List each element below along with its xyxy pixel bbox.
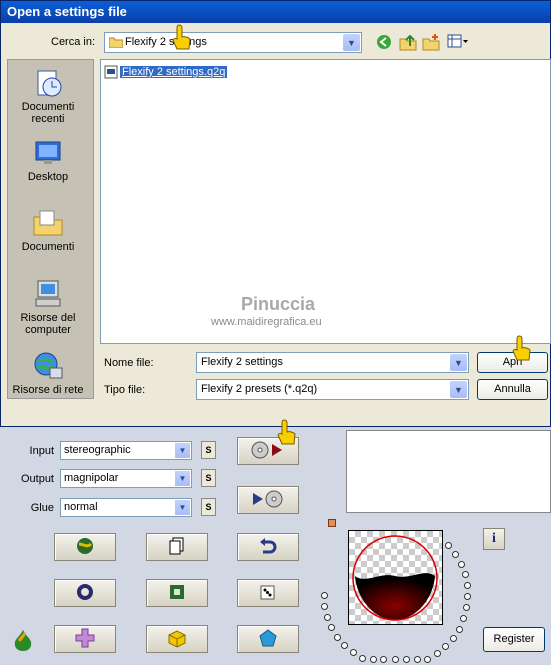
back-icon[interactable] (376, 34, 392, 53)
dial-dot[interactable] (463, 582, 471, 590)
glue-label: Glue (30, 502, 54, 514)
open-file-dialog: Open a settings file Cerca in: Flexify 2… (0, 0, 551, 427)
sphere-preview[interactable] (348, 530, 443, 625)
filetype-dropdown[interactable]: Flexify 2 presets (*.q2q) ▼ (196, 379, 469, 400)
glue-value: normal (64, 501, 98, 513)
glue-s-button[interactable]: S (201, 498, 216, 516)
glue-dropdown[interactable]: normal ▼ (60, 498, 192, 517)
register-button[interactable]: Register (483, 627, 545, 652)
dial-dot[interactable] (461, 571, 469, 579)
cross-button[interactable] (54, 625, 116, 653)
square-button[interactable] (146, 579, 208, 607)
filetype-label: Tipo file: (104, 384, 146, 396)
save-disc-icon (250, 489, 286, 512)
sphere-image (352, 535, 438, 621)
dial-dot[interactable] (451, 550, 459, 558)
place-label: Risorse di rete (12, 384, 84, 396)
dialog-title: Open a settings file (1, 1, 550, 23)
pointer-hand-icon (276, 418, 298, 453)
chevron-down-icon[interactable]: ▼ (175, 500, 190, 515)
globe-button[interactable] (54, 533, 116, 561)
output-dropdown[interactable]: magnipolar ▼ (60, 469, 192, 488)
globe-icon (74, 536, 96, 559)
cube-button[interactable] (146, 625, 208, 653)
cube-icon (166, 628, 188, 651)
save-settings-button[interactable] (237, 486, 299, 514)
look-in-dropdown[interactable]: Flexify 2 settings ▼ (104, 32, 362, 53)
dial-dot[interactable] (457, 560, 465, 568)
pentagon-icon (257, 628, 279, 651)
preview-swatch (346, 430, 551, 513)
filename-field[interactable]: Flexify 2 settings ▼ (196, 352, 469, 373)
input-dropdown[interactable]: stereographic ▼ (60, 441, 192, 460)
place-desktop[interactable]: Desktop (8, 137, 88, 183)
place-my-computer[interactable]: Risorse del computer (8, 278, 88, 336)
place-network[interactable]: Risorse di rete (8, 350, 88, 396)
watermark-url: www.maidiregrafica.eu (211, 316, 322, 328)
place-documents[interactable]: Documenti (8, 207, 88, 253)
chevron-down-icon[interactable]: ▼ (175, 443, 190, 458)
dial-dot[interactable] (369, 656, 377, 663)
input-label: Input (29, 445, 54, 457)
documents-folder-icon (32, 207, 64, 239)
settings-file-icon (104, 65, 118, 79)
watermark-title: Pinuccia (241, 294, 316, 314)
output-label: Output (20, 473, 54, 485)
dice-icon (258, 582, 278, 605)
place-label: Risorse del computer (20, 312, 76, 336)
copy-icon (168, 536, 186, 559)
info-button[interactable]: i (483, 528, 505, 550)
filetype-value: Flexify 2 presets (*.q2q) (201, 383, 318, 395)
input-value: stereographic (64, 444, 131, 456)
network-icon (32, 350, 64, 382)
undo-arrow-icon (258, 536, 278, 559)
filename-value[interactable]: Flexify 2 settings (201, 356, 283, 368)
place-label: Documenti recenti (21, 101, 75, 125)
output-s-button[interactable]: S (201, 469, 216, 487)
place-recent-documents[interactable]: Documenti recenti (8, 67, 88, 125)
folder-icon (108, 36, 124, 49)
ring-icon (75, 582, 95, 605)
dial-dot[interactable] (320, 591, 328, 599)
output-value: magnipolar (64, 472, 119, 484)
dial-handle[interactable] (328, 519, 336, 527)
file-list[interactable]: Flexify 2 settings.q2q Pinuccia www.maid… (100, 59, 551, 344)
pointer-hand-icon (511, 334, 533, 369)
undo-button[interactable] (237, 533, 299, 561)
random-button[interactable] (237, 579, 299, 607)
square-icon (167, 582, 187, 605)
new-folder-icon[interactable] (422, 33, 440, 54)
cancel-button[interactable]: Annulla (477, 379, 548, 400)
chevron-down-icon[interactable]: ▼ (450, 354, 467, 371)
place-label: Desktop (27, 171, 69, 183)
cross-shape-icon (74, 627, 96, 652)
look-in-value: Flexify 2 settings (125, 36, 207, 48)
dial-dot[interactable] (334, 633, 342, 641)
dial-dot[interactable] (402, 656, 410, 663)
up-folder-icon[interactable] (399, 33, 417, 54)
chevron-down-icon[interactable]: ▼ (175, 471, 190, 486)
dial-dot[interactable] (323, 613, 331, 621)
list-item[interactable]: Flexify 2 settings.q2q (104, 65, 228, 79)
pointer-hand-icon (171, 23, 193, 58)
chevron-down-icon[interactable]: ▼ (343, 34, 360, 51)
view-menu-icon[interactable] (447, 34, 469, 53)
look-in-label: Cerca in: (51, 36, 96, 48)
filename-label: Nome file: (104, 357, 154, 369)
dial-dot[interactable] (391, 656, 399, 663)
pentagon-button[interactable] (237, 625, 299, 653)
file-name[interactable]: Flexify 2 settings.q2q (120, 66, 228, 78)
input-s-button[interactable]: S (201, 441, 216, 459)
dial-dot[interactable] (455, 625, 463, 633)
dial-dot[interactable] (413, 656, 421, 663)
chevron-down-icon[interactable]: ▼ (450, 381, 467, 398)
flaming-pear-logo (10, 627, 36, 656)
recent-documents-icon (32, 67, 64, 99)
ring-button[interactable] (54, 579, 116, 607)
place-label: Documenti (21, 241, 75, 253)
desktop-icon (32, 137, 64, 169)
my-computer-icon (32, 278, 64, 310)
dial-dot[interactable] (449, 634, 457, 642)
copy-button[interactable] (146, 533, 208, 561)
